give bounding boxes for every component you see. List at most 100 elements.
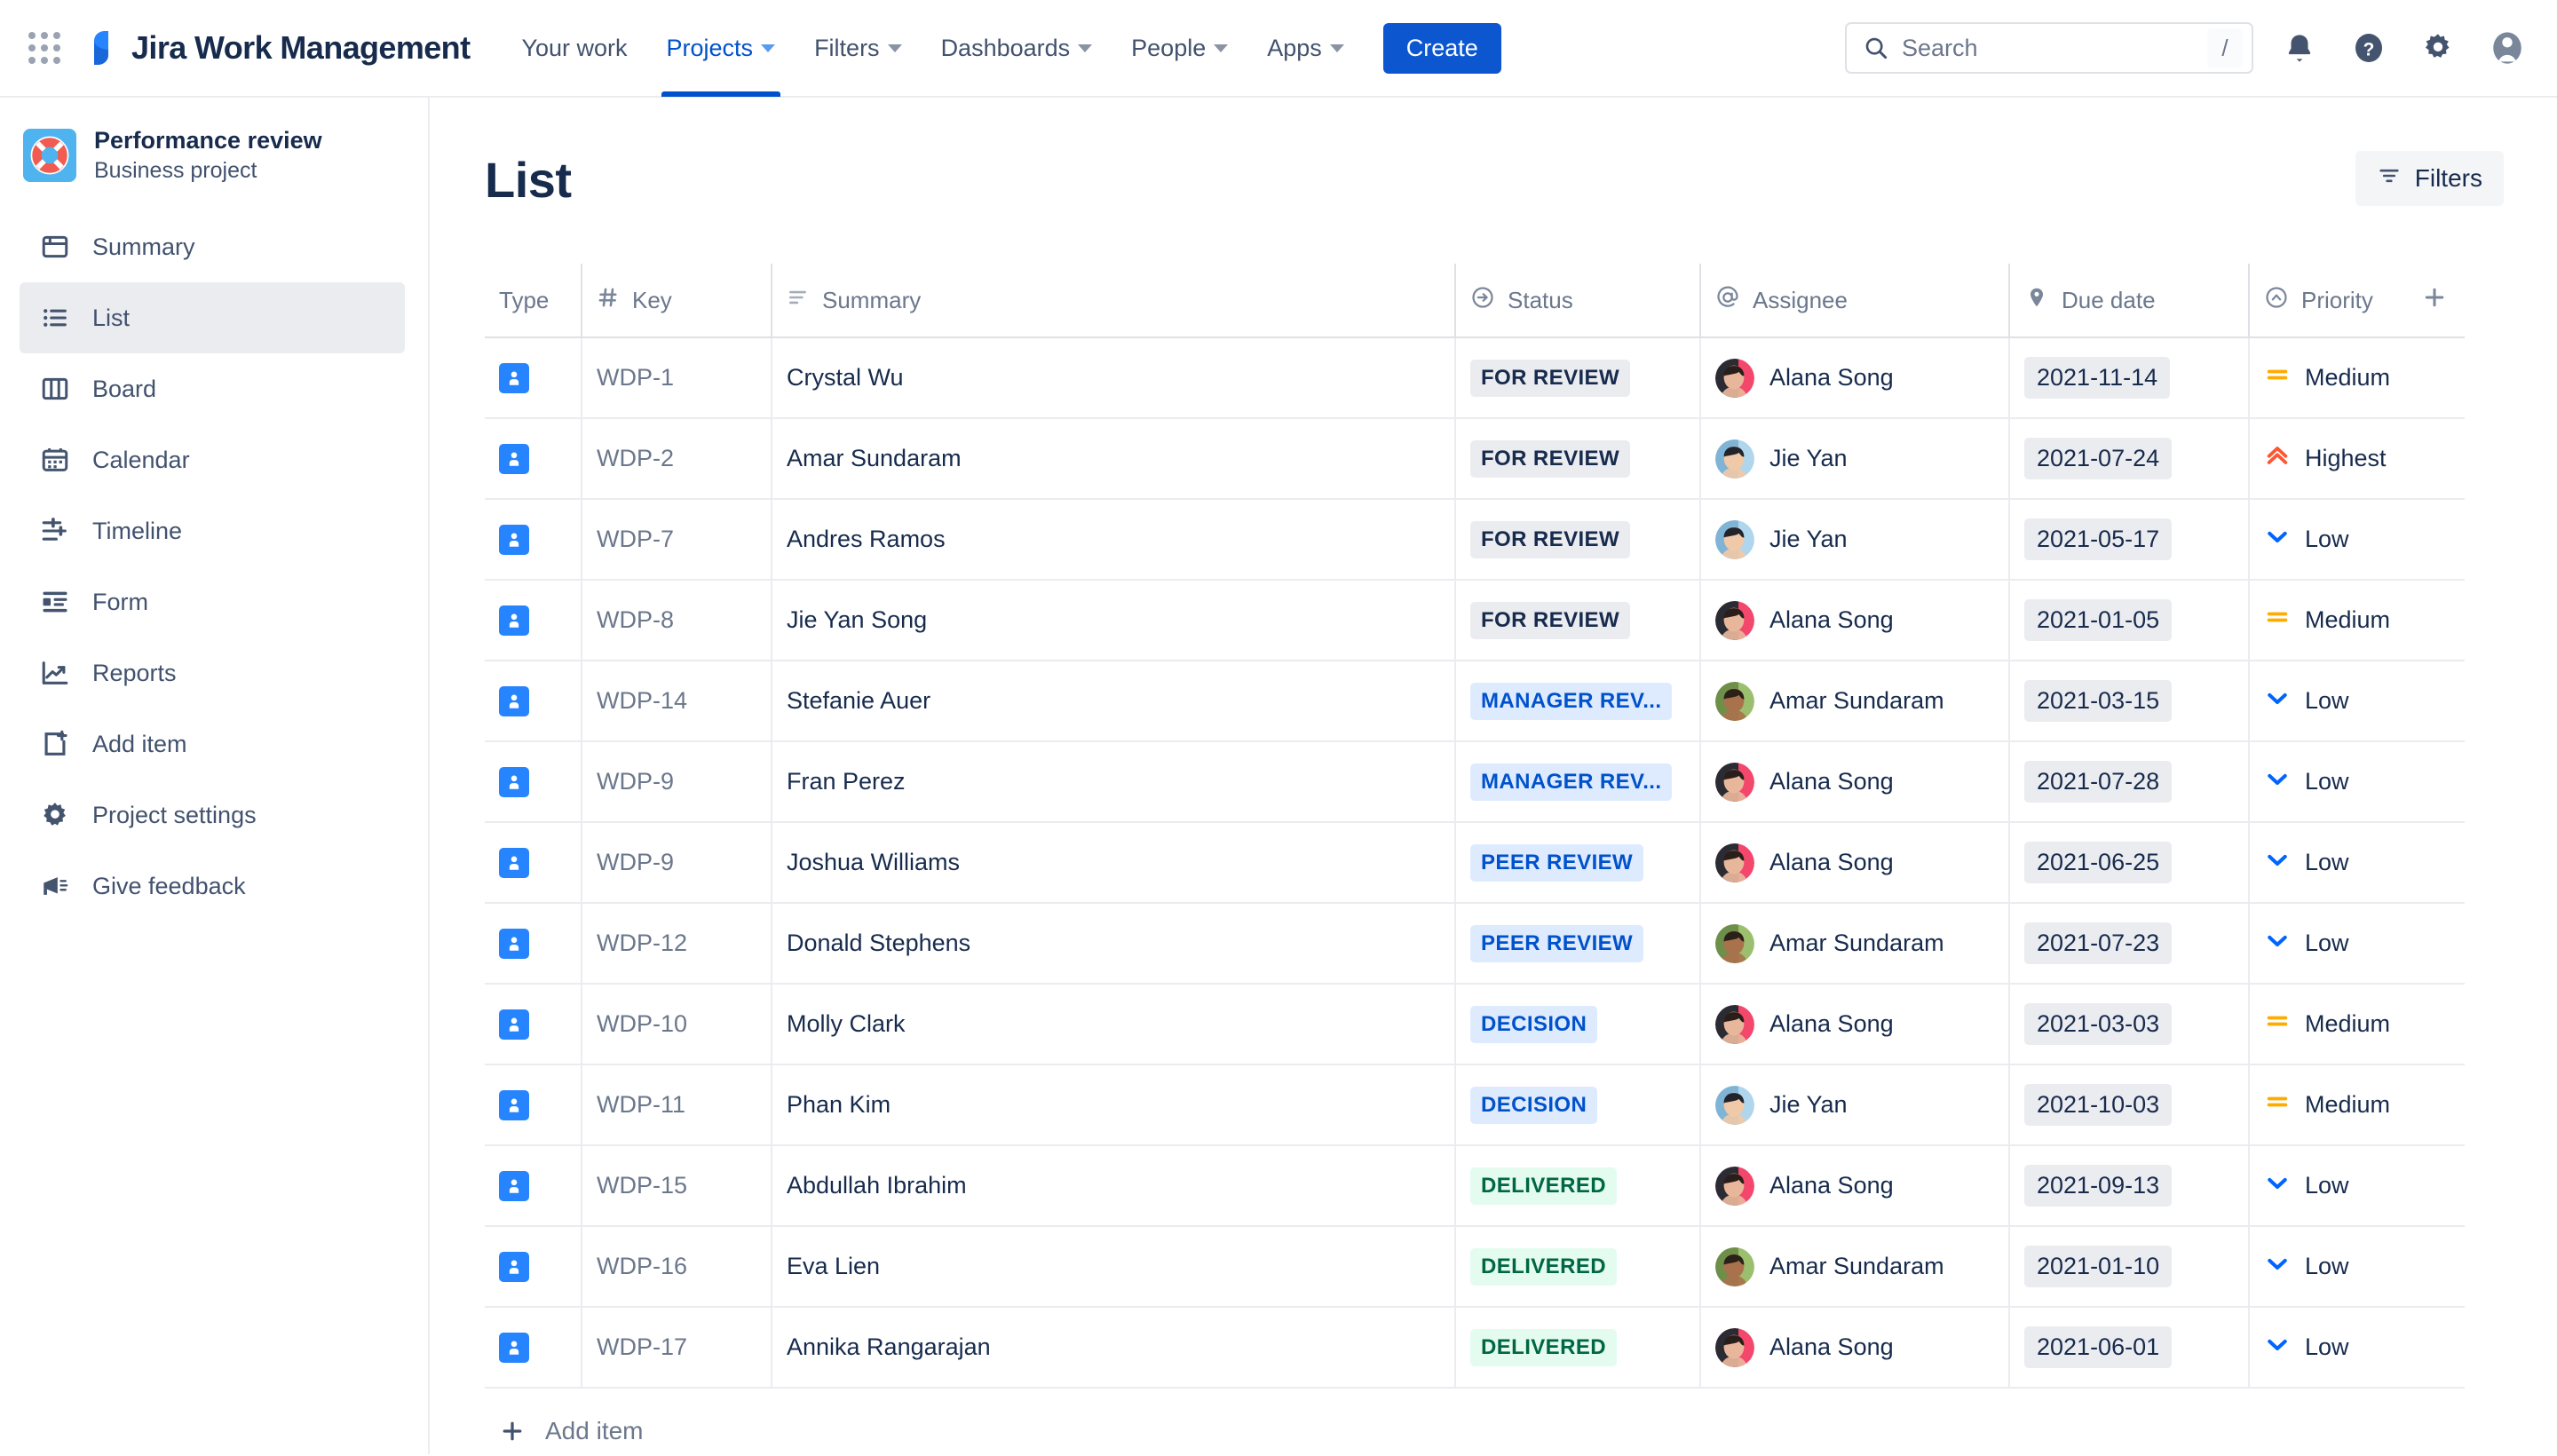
cell-priority[interactable]: Low <box>2248 661 2465 742</box>
issue-key-link[interactable]: WDP-17 <box>597 1333 687 1361</box>
cell-type[interactable] <box>485 1145 581 1227</box>
due-date-pill[interactable]: 2021-03-15 <box>2024 680 2173 722</box>
cell-summary[interactable]: Molly Clark <box>771 984 1454 1065</box>
cell-assignee[interactable]: Jie Yan <box>1699 1064 2008 1146</box>
table-row[interactable]: WDP-10 Molly Clark DECISION Alana Song 2021-… <box>485 984 2465 1065</box>
nav-item-dashboards[interactable]: Dashboards <box>922 0 1112 97</box>
status-badge[interactable]: MANAGER REV... <box>1470 763 1673 801</box>
column-header-type[interactable]: Type <box>485 264 581 338</box>
cell-due-date[interactable]: 2021-09-13 <box>2008 1145 2248 1227</box>
cell-summary[interactable]: Andres Ramos <box>771 499 1454 581</box>
cell-status[interactable]: DELIVERED <box>1454 1145 1699 1227</box>
issue-key-link[interactable]: WDP-15 <box>597 1172 687 1199</box>
cell-due-date[interactable]: 2021-01-05 <box>2008 580 2248 661</box>
cell-assignee[interactable]: Alana Song <box>1699 1145 2008 1227</box>
status-badge[interactable]: MANAGER REV... <box>1470 682 1673 720</box>
cell-status[interactable]: DELIVERED <box>1454 1307 1699 1389</box>
cell-assignee[interactable]: Alana Song <box>1699 984 2008 1065</box>
cell-key[interactable]: WDP-16 <box>581 1226 771 1308</box>
sidebar-item-board[interactable]: Board <box>20 353 405 424</box>
cell-priority[interactable]: Highest <box>2248 418 2465 500</box>
cell-due-date[interactable]: 2021-07-28 <box>2008 741 2248 823</box>
cell-assignee[interactable]: Amar Sundaram <box>1699 1226 2008 1308</box>
issue-key-link[interactable]: WDP-10 <box>597 1010 687 1038</box>
cell-status[interactable]: DECISION <box>1454 984 1699 1065</box>
cell-type[interactable] <box>485 661 581 742</box>
cell-assignee[interactable]: Amar Sundaram <box>1699 661 2008 742</box>
status-badge[interactable]: FOR REVIEW <box>1470 359 1631 397</box>
due-date-pill[interactable]: 2021-05-17 <box>2024 518 2173 560</box>
gear-icon[interactable] <box>2415 25 2461 71</box>
status-badge[interactable]: FOR REVIEW <box>1470 520 1631 558</box>
cell-priority[interactable]: Low <box>2248 822 2465 904</box>
cell-type[interactable] <box>485 1064 581 1146</box>
table-row[interactable]: WDP-2 Amar Sundaram FOR REVIEW Jie Yan 2021-… <box>485 418 2465 500</box>
cell-priority[interactable]: Low <box>2248 741 2465 823</box>
project-header[interactable]: Performance review Business project <box>0 126 428 185</box>
cell-priority[interactable]: Low <box>2248 1226 2465 1308</box>
cell-assignee[interactable]: Alana Song <box>1699 741 2008 823</box>
sidebar-item-project-settings[interactable]: Project settings <box>20 779 405 851</box>
cell-assignee[interactable]: Amar Sundaram <box>1699 903 2008 985</box>
issue-key-link[interactable]: WDP-8 <box>597 606 674 634</box>
cell-priority[interactable]: Medium <box>2248 337 2465 419</box>
cell-priority[interactable]: Medium <box>2248 1064 2465 1146</box>
cell-summary[interactable]: Annika Rangarajan <box>771 1307 1454 1389</box>
sidebar-item-list[interactable]: List <box>20 282 405 354</box>
cell-due-date[interactable]: 2021-01-10 <box>2008 1226 2248 1308</box>
table-row[interactable]: WDP-15 Abdullah Ibrahim DELIVERED Alana Son… <box>485 1145 2465 1227</box>
column-header-status[interactable]: Status <box>1454 264 1699 338</box>
status-badge[interactable]: DELIVERED <box>1470 1167 1617 1205</box>
column-header-priority[interactable]: Priority <box>2248 264 2465 338</box>
cell-priority[interactable]: Low <box>2248 1307 2465 1389</box>
cell-key[interactable]: WDP-2 <box>581 418 771 500</box>
due-date-pill[interactable]: 2021-09-13 <box>2024 1165 2173 1207</box>
avatar[interactable] <box>2484 25 2530 71</box>
cell-status[interactable]: FOR REVIEW <box>1454 499 1699 581</box>
cell-priority[interactable]: Low <box>2248 499 2465 581</box>
issue-key-link[interactable]: WDP-14 <box>597 687 687 715</box>
create-button[interactable]: Create <box>1382 22 1501 74</box>
due-date-pill[interactable]: 2021-06-25 <box>2024 842 2173 883</box>
due-date-pill[interactable]: 2021-10-03 <box>2024 1084 2173 1126</box>
cell-type[interactable] <box>485 741 581 823</box>
cell-type[interactable] <box>485 499 581 581</box>
column-header-assignee[interactable]: Assignee <box>1699 264 2008 338</box>
due-date-pill[interactable]: 2021-07-24 <box>2024 438 2173 479</box>
cell-assignee[interactable]: Alana Song <box>1699 580 2008 661</box>
cell-key[interactable]: WDP-9 <box>581 741 771 823</box>
table-row[interactable]: WDP-8 Jie Yan Song FOR REVIEW Alana Song 202… <box>485 580 2465 661</box>
due-date-pill[interactable]: 2021-07-28 <box>2024 761 2173 803</box>
notifications-bell-icon[interactable] <box>2276 25 2323 71</box>
cell-type[interactable] <box>485 337 581 419</box>
cell-summary[interactable]: Abdullah Ibrahim <box>771 1145 1454 1227</box>
cell-due-date[interactable]: 2021-03-15 <box>2008 661 2248 742</box>
column-header-due-date[interactable]: Due date <box>2008 264 2248 338</box>
cell-type[interactable] <box>485 1226 581 1308</box>
cell-due-date[interactable]: 2021-06-25 <box>2008 822 2248 904</box>
issue-key-link[interactable]: WDP-11 <box>597 1091 685 1119</box>
table-row[interactable]: WDP-1 Crystal Wu FOR REVIEW Alana Song 2021-… <box>485 337 2465 419</box>
cell-priority[interactable]: Low <box>2248 1145 2465 1227</box>
cell-summary[interactable]: Donald Stephens <box>771 903 1454 985</box>
cell-key[interactable]: WDP-12 <box>581 903 771 985</box>
table-row[interactable]: WDP-16 Eva Lien DELIVERED Amar Sundaram 2021… <box>485 1226 2465 1308</box>
cell-status[interactable]: DELIVERED <box>1454 1226 1699 1308</box>
cell-due-date[interactable]: 2021-07-23 <box>2008 903 2248 985</box>
cell-type[interactable] <box>485 1307 581 1389</box>
help-icon[interactable]: ? <box>2346 25 2392 71</box>
status-badge[interactable]: FOR REVIEW <box>1470 601 1631 639</box>
nav-item-your-work[interactable]: Your work <box>502 0 646 97</box>
cell-key[interactable]: WDP-1 <box>581 337 771 419</box>
sidebar-item-give-feedback[interactable]: Give feedback <box>20 851 405 922</box>
due-date-pill[interactable]: 2021-03-03 <box>2024 1003 2173 1045</box>
status-badge[interactable]: DECISION <box>1470 1086 1598 1124</box>
issue-key-link[interactable]: WDP-12 <box>597 930 687 957</box>
status-badge[interactable]: PEER REVIEW <box>1470 843 1644 882</box>
sidebar-item-summary[interactable]: Summary <box>20 211 405 282</box>
status-badge[interactable]: DELIVERED <box>1470 1247 1617 1286</box>
cell-due-date[interactable]: 2021-03-03 <box>2008 984 2248 1065</box>
cell-summary[interactable]: Fran Perez <box>771 741 1454 823</box>
cell-status[interactable]: MANAGER REV... <box>1454 661 1699 742</box>
nav-item-apps[interactable]: Apps <box>1247 0 1364 97</box>
